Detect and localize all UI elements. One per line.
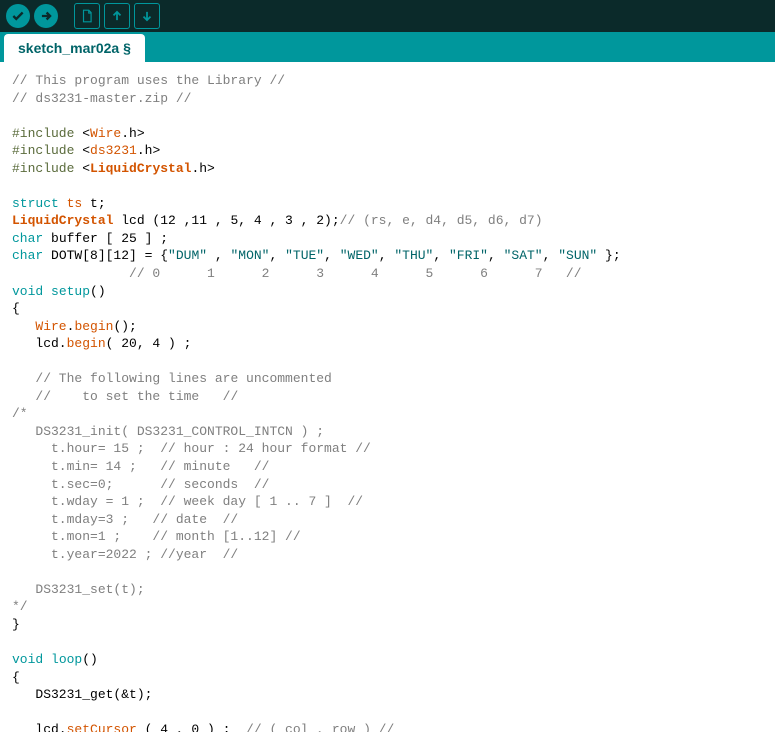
- code-line[interactable]: t.year=2022 ; //year //: [12, 546, 763, 564]
- code-line[interactable]: LiquidCrystal lcd (12 ,11 , 5, 4 , 3 , 2…: [12, 212, 763, 230]
- code-editor[interactable]: // This program uses the Library //// ds…: [0, 62, 775, 732]
- code-line[interactable]: Wire.begin();: [12, 318, 763, 336]
- code-line[interactable]: void loop(): [12, 651, 763, 669]
- code-line[interactable]: DS3231_set(t);: [12, 581, 763, 599]
- code-line[interactable]: char DOTW[8][12] = {"DUM" , "MON", "TUE"…: [12, 247, 763, 265]
- code-line[interactable]: {: [12, 300, 763, 318]
- arduino-ide-window: sketch_mar02a § // This program uses the…: [0, 0, 775, 732]
- code-line[interactable]: struct ts t;: [12, 195, 763, 213]
- file-icon: [80, 9, 94, 23]
- code-line[interactable]: #include <Wire.h>: [12, 125, 763, 143]
- tab-bar: sketch_mar02a §: [0, 32, 775, 62]
- arrow-down-icon: [140, 9, 154, 23]
- code-line[interactable]: lcd.begin( 20, 4 ) ;: [12, 335, 763, 353]
- verify-button[interactable]: [6, 4, 30, 28]
- arrow-up-icon: [110, 9, 124, 23]
- code-line[interactable]: [12, 353, 763, 371]
- code-line[interactable]: }: [12, 616, 763, 634]
- code-line[interactable]: // 0 1 2 3 4 5 6 7 //: [12, 265, 763, 283]
- code-line[interactable]: /*: [12, 405, 763, 423]
- code-line[interactable]: // The following lines are uncommented: [12, 370, 763, 388]
- code-line[interactable]: // This program uses the Library //: [12, 72, 763, 90]
- code-line[interactable]: // to set the time //: [12, 388, 763, 406]
- arrow-right-icon: [39, 9, 53, 23]
- code-line[interactable]: t.min= 14 ; // minute //: [12, 458, 763, 476]
- code-line[interactable]: t.wday = 1 ; // week day [ 1 .. 7 ] //: [12, 493, 763, 511]
- tab-sketch[interactable]: sketch_mar02a §: [4, 34, 145, 62]
- code-line[interactable]: #include <ds3231.h>: [12, 142, 763, 160]
- code-line[interactable]: {: [12, 669, 763, 687]
- tab-label: sketch_mar02a §: [18, 40, 131, 56]
- code-line[interactable]: DS3231_get(&t);: [12, 686, 763, 704]
- code-line[interactable]: [12, 177, 763, 195]
- code-line[interactable]: void setup(): [12, 283, 763, 301]
- save-button[interactable]: [134, 3, 160, 29]
- code-line[interactable]: [12, 107, 763, 125]
- code-line[interactable]: lcd.setCursor ( 4 , 0 ) ; // ( col , row…: [12, 721, 763, 732]
- code-line[interactable]: // ds3231-master.zip //: [12, 90, 763, 108]
- toolbar: [0, 0, 775, 32]
- code-line[interactable]: t.mday=3 ; // date //: [12, 511, 763, 529]
- code-line[interactable]: DS3231_init( DS3231_CONTROL_INTCN ) ;: [12, 423, 763, 441]
- code-line[interactable]: t.hour= 15 ; // hour : 24 hour format //: [12, 440, 763, 458]
- code-line[interactable]: */: [12, 598, 763, 616]
- code-line[interactable]: t.sec=0; // seconds //: [12, 476, 763, 494]
- new-button[interactable]: [74, 3, 100, 29]
- open-button[interactable]: [104, 3, 130, 29]
- code-line[interactable]: #include <LiquidCrystal.h>: [12, 160, 763, 178]
- code-line[interactable]: [12, 634, 763, 652]
- code-line[interactable]: [12, 704, 763, 722]
- upload-button[interactable]: [34, 4, 58, 28]
- check-icon: [11, 9, 25, 23]
- code-line[interactable]: char buffer [ 25 ] ;: [12, 230, 763, 248]
- code-line[interactable]: t.mon=1 ; // month [1..12] //: [12, 528, 763, 546]
- code-line[interactable]: [12, 563, 763, 581]
